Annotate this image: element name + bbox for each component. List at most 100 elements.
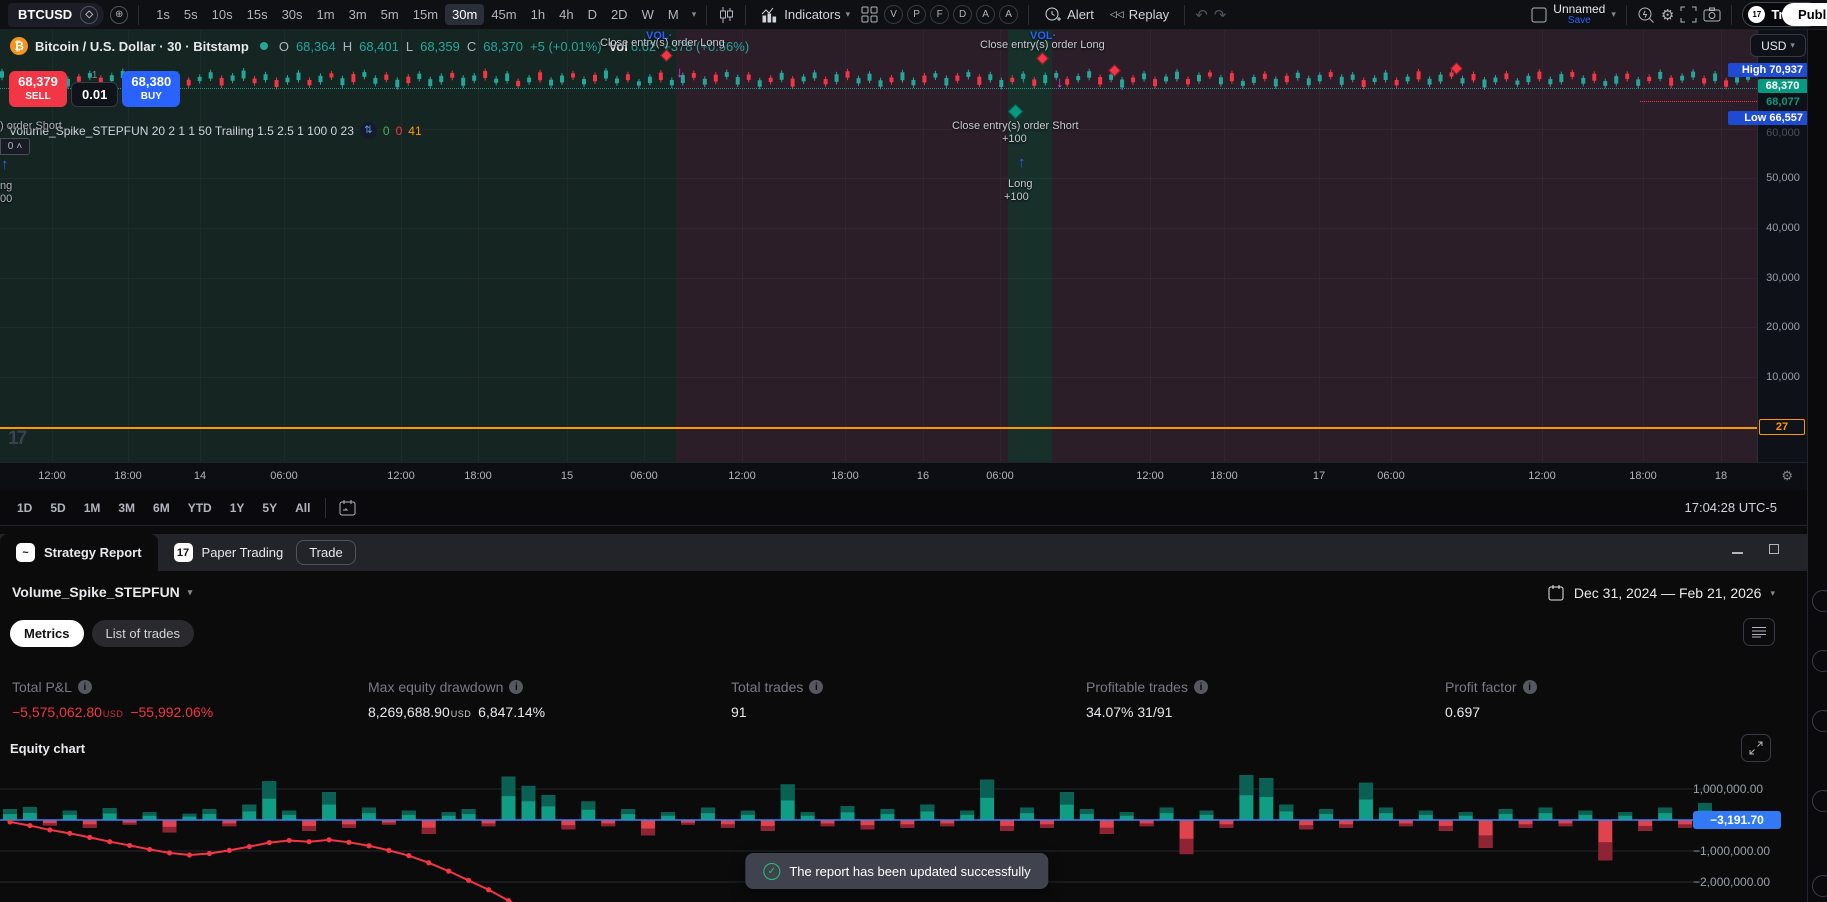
range-5d[interactable]: 5D xyxy=(43,497,72,519)
range-6m[interactable]: 6M xyxy=(146,497,177,519)
collapse-box[interactable]: 0 ˄ xyxy=(0,138,30,155)
timeframe-30s[interactable]: 30s xyxy=(275,4,310,25)
quick-search-icon[interactable] xyxy=(1637,6,1655,24)
toast-message: The report has been updated successfully xyxy=(789,863,1031,879)
info-icon[interactable]: i xyxy=(1193,680,1208,694)
timeframe-1m[interactable]: 1m xyxy=(310,4,342,25)
layout-save-button[interactable]: Unnamed Save xyxy=(1553,3,1605,26)
stat-green: 0 xyxy=(382,123,390,138)
timeframe-W[interactable]: W xyxy=(635,4,661,25)
strategy-selector[interactable]: Volume_Spike_STEPFUN ▾ xyxy=(12,584,192,600)
alert-button[interactable]: Alert xyxy=(1039,3,1099,27)
bitcoin-icon: ₿ xyxy=(10,37,28,55)
divider xyxy=(325,497,327,518)
replay-button[interactable]: ◁◁ Replay xyxy=(1105,4,1174,25)
timeframe-15s[interactable]: 15s xyxy=(240,4,275,25)
minimize-panel-icon[interactable] xyxy=(1732,552,1743,554)
settings-gear-icon[interactable]: ⚙ xyxy=(1661,6,1674,24)
time-axis-gear-icon[interactable]: ⚙ xyxy=(1781,468,1793,484)
tab-metrics[interactable]: Metrics xyxy=(10,620,84,647)
template-button-d[interactable]: D xyxy=(953,5,973,24)
redo-icon[interactable]: ↷ xyxy=(1214,6,1227,24)
plus100-label: +100 xyxy=(1004,191,1029,203)
currency-dropdown[interactable]: USD ▾ xyxy=(1750,34,1806,57)
info-icon[interactable]: i xyxy=(77,680,92,694)
timeframe-M[interactable]: M xyxy=(661,4,686,25)
range-all[interactable]: All xyxy=(288,497,317,519)
goto-date-icon[interactable] xyxy=(338,499,357,517)
main-chart[interactable]: ₿ Bitcoin / U.S. Dollar · 30 · Bitstamp … xyxy=(0,30,1757,462)
sell-signal-arrow-icon: ↓ xyxy=(1056,74,1064,91)
change-value: +5 (+0.01%) xyxy=(530,38,602,54)
expand-chart-button[interactable] xyxy=(1741,734,1771,762)
strategy-level-line[interactable] xyxy=(0,427,1757,429)
range-1y[interactable]: 1Y xyxy=(223,497,252,519)
info-icon[interactable]: i xyxy=(509,680,524,694)
time-axis[interactable]: 12:00 18:00 14 06:00 12:00 18:00 15 06:00 12:00 1… xyxy=(0,462,1807,490)
timeframe-5s[interactable]: 5s xyxy=(177,4,205,25)
timeframe-30m[interactable]: 30m xyxy=(445,4,485,25)
time-tick: 18:00 xyxy=(464,470,492,482)
timeframe-1h[interactable]: 1h xyxy=(524,4,552,25)
template-button-f[interactable]: F xyxy=(930,5,950,24)
strategy-compare-icon[interactable]: ⇅ xyxy=(359,122,377,139)
layout-select-icon[interactable] xyxy=(1531,7,1547,23)
range-1m[interactable]: 1M xyxy=(77,497,108,519)
fullscreen-icon[interactable] xyxy=(1680,6,1697,23)
sell-button[interactable]: 68,379 SELL xyxy=(9,71,67,107)
timeframe-15m[interactable]: 15m xyxy=(406,4,445,25)
clock[interactable]: 17:04:28 UTC-5 xyxy=(1685,500,1778,515)
strategy-status-line[interactable]: Volume_Spike_STEPFUN 20 2 1 1 50 Trailin… xyxy=(9,122,422,139)
timeframe-45m[interactable]: 45m xyxy=(484,4,523,25)
info-icon[interactable]: i xyxy=(809,680,824,694)
paper-trade-button[interactable]: Trade xyxy=(296,540,356,565)
template-button-a[interactable]: A xyxy=(976,5,996,24)
template-button-a[interactable]: A xyxy=(999,5,1019,24)
symbol-flag-icon[interactable]: ◇ xyxy=(80,5,99,24)
partial-plus100-label: 00 xyxy=(0,193,13,205)
range-ytd[interactable]: YTD xyxy=(181,497,219,519)
timeframe-3m[interactable]: 3m xyxy=(342,4,374,25)
equity-axis-tick: −1,000,000.00 xyxy=(1693,844,1771,858)
timeframe-5m[interactable]: 5m xyxy=(374,4,406,25)
strategy-report-icon: ~ xyxy=(16,543,35,562)
report-layout-list-button[interactable] xyxy=(1743,618,1775,646)
layout-grid-icon[interactable] xyxy=(861,6,878,23)
buy-button[interactable]: 68,380 BUY xyxy=(122,71,181,107)
compare-add-icon[interactable]: ⊕ xyxy=(110,5,129,24)
template-button-p[interactable]: P xyxy=(907,5,927,24)
report-date-range[interactable]: Dec 31, 2024 — Feb 21, 2026 ▾ xyxy=(1547,584,1775,602)
right-toolbar-strip[interactable] xyxy=(1807,30,1827,902)
close-long-label: Close entry(s) order Long xyxy=(600,37,725,49)
timeframe-1s[interactable]: 1s xyxy=(149,4,177,25)
candle-style-icon[interactable] xyxy=(717,6,735,24)
timeframe-D[interactable]: D xyxy=(581,4,604,25)
publish-button[interactable]: Publish xyxy=(1782,3,1827,26)
strategy-level-tag: 27 xyxy=(1759,419,1805,435)
info-icon[interactable]: i xyxy=(1522,680,1537,694)
price-axis[interactable]: USD ▾ High 70,937 68,370 68,077 Low 66,5… xyxy=(1728,30,1808,462)
tab-paper-trading[interactable]: 17 Paper Trading Trade xyxy=(158,534,372,571)
quantity-field[interactable]: 1 0.01 xyxy=(71,70,119,107)
order-panel: 68,379 SELL 1 0.01 68,380 BUY xyxy=(9,70,181,107)
ohlc-label: L xyxy=(405,38,414,54)
template-button-v[interactable]: V xyxy=(884,5,904,24)
bottom-panel-tabbar: ~ Strategy Report 17 Paper Trading Trade xyxy=(0,534,1807,571)
timeframe-10s[interactable]: 10s xyxy=(205,4,240,25)
maximize-panel-icon[interactable] xyxy=(1769,544,1779,554)
tab-strategy-report[interactable]: ~ Strategy Report xyxy=(0,534,158,571)
indicators-button[interactable]: Indicators ▾ xyxy=(756,4,855,26)
undo-icon[interactable]: ↶ xyxy=(1195,6,1208,24)
timeframe-4h[interactable]: 4h xyxy=(552,4,580,25)
ohlc-value: 68,401 xyxy=(359,38,399,54)
symbol-search-button[interactable]: BTCUSD ◇ xyxy=(8,2,105,27)
chevron-down-icon[interactable]: ▾ xyxy=(1611,9,1616,20)
range-3m[interactable]: 3M xyxy=(111,497,142,519)
timeframe-2D[interactable]: 2D xyxy=(604,4,635,25)
range-5y[interactable]: 5Y xyxy=(255,497,284,519)
time-tick: 18:00 xyxy=(1629,470,1657,482)
screenshot-camera-icon[interactable] xyxy=(1703,7,1721,23)
chevron-down-icon[interactable]: ▾ xyxy=(692,9,697,20)
range-1d[interactable]: 1D xyxy=(10,497,39,519)
tab-list-of-trades[interactable]: List of trades xyxy=(91,620,194,647)
